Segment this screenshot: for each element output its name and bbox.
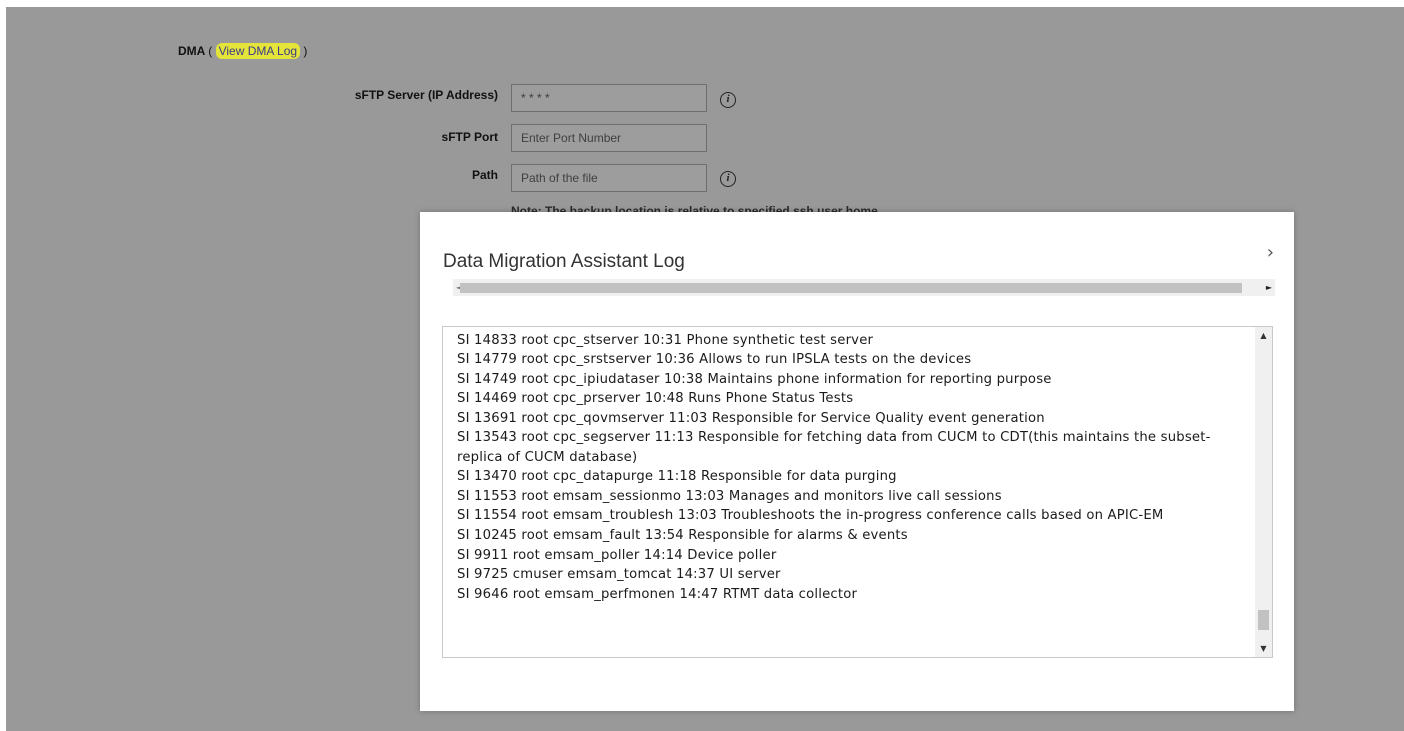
paren-open: ( xyxy=(208,44,213,58)
log-line: SI 13691 root cpc_qovmserver 11:03 Respo… xyxy=(457,410,1045,426)
modal-title: Data Migration Assistant Log xyxy=(443,251,685,272)
dma-label: DMA xyxy=(178,44,205,58)
log-line: SI 11553 root emsam_sessionmo 13:03 Mana… xyxy=(457,488,1002,504)
view-dma-log-link[interactable]: View DMA Log xyxy=(215,43,301,59)
log-line: SI 9646 root emsam_perfmonen 14:47 RTMT … xyxy=(457,586,858,602)
log-line: SI 13543 root cpc_segserver 11:13 Respon… xyxy=(457,430,1211,465)
log-line: SI 14833 root cpc_stserver 10:31 Phone s… xyxy=(457,332,874,348)
sftp-server-input[interactable] xyxy=(511,84,707,112)
path-input[interactable] xyxy=(511,164,707,192)
log-textarea[interactable]: monitoring based on APIM & Sensor stream… xyxy=(442,326,1273,658)
vertical-scroll-thumb[interactable] xyxy=(1258,610,1269,630)
backup-location-note: Note: The backup location is relative to… xyxy=(511,204,878,212)
log-content: monitoring based on APIM & Sensor stream… xyxy=(443,327,1255,657)
scroll-right-icon[interactable]: ► xyxy=(1263,279,1275,296)
path-info-icon[interactable]: i xyxy=(720,171,736,187)
log-line: SI 14469 root cpc_prserver 10:48 Runs Ph… xyxy=(457,391,854,407)
log-line: SI 13470 root cpc_datapurge 11:18 Respon… xyxy=(457,469,897,485)
log-lines: monitoring based on APIM & Sensor stream… xyxy=(457,327,1255,604)
log-line: SI 9911 root emsam_poller 14:14 Device p… xyxy=(457,547,777,563)
sftp-server-label: sFTP Server (IP Address) xyxy=(354,88,498,102)
scroll-down-icon[interactable]: ▼ xyxy=(1255,640,1272,657)
log-line: SI 14749 root cpc_ipiudataser 10:38 Main… xyxy=(457,371,1052,387)
scroll-up-icon[interactable]: ▲ xyxy=(1255,327,1272,344)
dma-section-header: DMA ( View DMA Log ) xyxy=(178,43,308,59)
paren-close: ) xyxy=(303,44,308,58)
horizontal-scrollbar[interactable]: ◄ ► xyxy=(453,279,1275,296)
close-icon[interactable]: › xyxy=(1267,242,1274,263)
sftp-server-info-icon[interactable]: i xyxy=(720,92,736,108)
dma-log-modal: › Data Migration Assistant Log ◄ ► monit… xyxy=(420,212,1294,711)
sftp-port-label: sFTP Port xyxy=(441,130,498,144)
vertical-scrollbar[interactable]: ▲ ▼ xyxy=(1255,327,1272,657)
log-line: SI 10245 root emsam_fault 13:54 Responsi… xyxy=(457,528,908,544)
sftp-port-input[interactable] xyxy=(511,124,707,152)
log-line: SI 14779 root cpc_srstserver 10:36 Allow… xyxy=(457,352,972,368)
path-label: Path xyxy=(471,168,498,182)
log-line: SI 11554 root emsam_troublesh 13:03 Trou… xyxy=(457,508,1164,524)
horizontal-scroll-thumb[interactable] xyxy=(460,283,1242,293)
log-line: SI 9725 cmuser emsam_tomcat 14:37 UI ser… xyxy=(457,567,781,583)
